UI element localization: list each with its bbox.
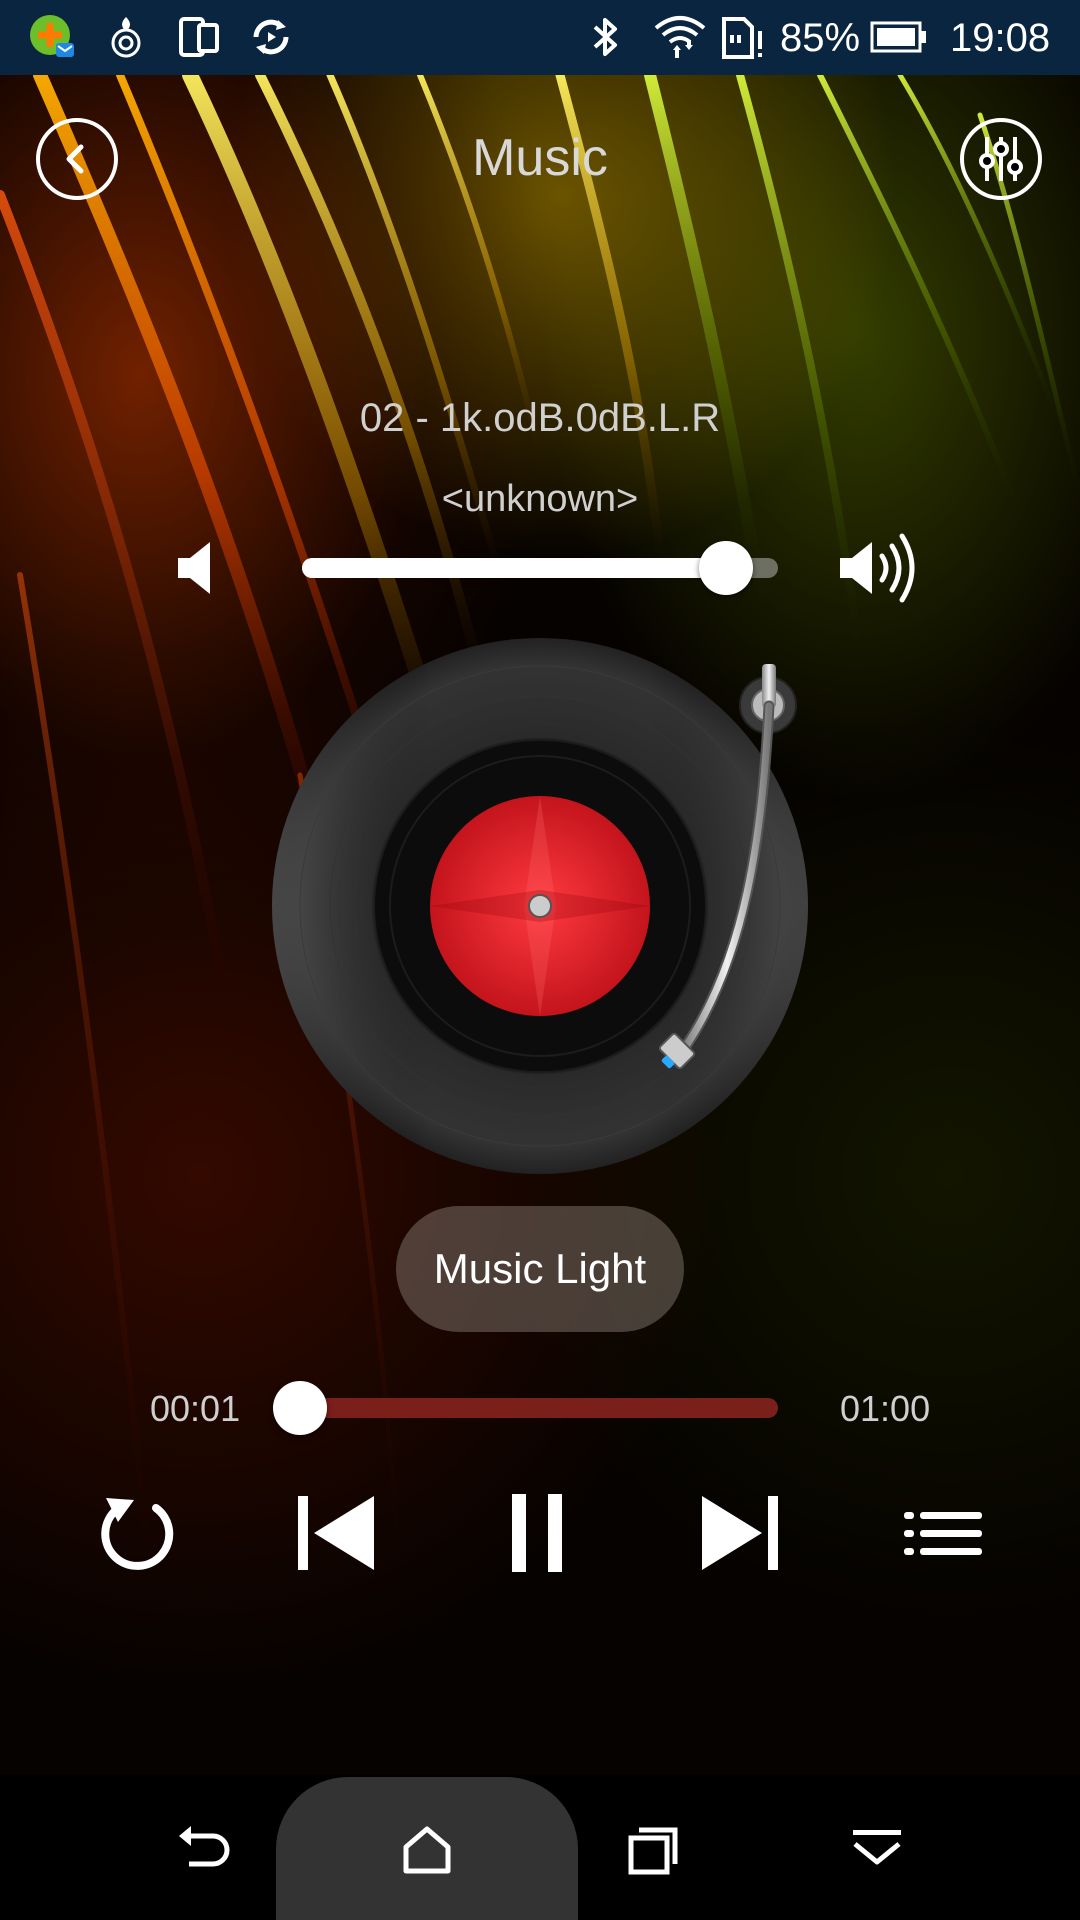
navigation-bar: [0, 1775, 1080, 1920]
status-bar: 85% 19:08: [0, 0, 1080, 75]
volume-low-icon[interactable]: [176, 540, 216, 601]
back-arrow-icon: [66, 144, 84, 174]
equalizer-icon: [979, 137, 1023, 181]
nav-back-icon: [179, 1826, 230, 1867]
nav-hide-button[interactable]: [842, 1815, 912, 1885]
sd-card-alert-icon: [720, 10, 766, 64]
record-spindle: [528, 894, 552, 918]
pause-icon: [512, 1494, 562, 1572]
nav-home-icon: [403, 1826, 451, 1874]
battery-percent: 85%: [780, 16, 861, 60]
skip-next-icon: [702, 1496, 778, 1570]
nav-recents-button[interactable]: [618, 1815, 688, 1885]
app-notification-icon: [26, 10, 78, 64]
playlist-button[interactable]: [898, 1488, 988, 1578]
next-button[interactable]: [696, 1488, 786, 1578]
music-light-button[interactable]: Music Light: [396, 1206, 684, 1332]
equalizer-button[interactable]: [960, 118, 1042, 200]
volume-slider-fill: [302, 558, 726, 578]
sync-icon: [246, 10, 296, 64]
nav-home-button[interactable]: [392, 1815, 462, 1885]
volume-slider[interactable]: [302, 541, 778, 595]
vinyl-record: [272, 638, 808, 1174]
nav-hide-icon: [853, 1830, 901, 1865]
back-button[interactable]: [36, 118, 118, 200]
play-pause-button[interactable]: [492, 1488, 582, 1578]
turntable: [266, 636, 826, 1191]
screen-mirror-icon: [176, 10, 222, 64]
total-time: 01:00: [840, 1388, 931, 1429]
track-artist: <unknown>: [441, 478, 639, 520]
playlist-icon: [904, 1512, 982, 1555]
nav-back-button[interactable]: [170, 1815, 240, 1885]
volume-high-icon[interactable]: [838, 532, 918, 609]
clock: 19:08: [950, 16, 1051, 60]
battery-icon: [870, 10, 928, 64]
music-player-screen: 85% 19:08 Music 02 - 1k.odB.0dB.L.R <unk…: [0, 0, 1080, 1920]
volume-slider-thumb[interactable]: [698, 541, 753, 595]
hotspot-icon: [100, 10, 152, 64]
page-title: Music: [472, 129, 608, 187]
progress-bar[interactable]: [273, 1381, 778, 1435]
wifi-icon: [652, 10, 708, 64]
current-time: 00:01: [150, 1388, 241, 1429]
skip-previous-icon: [298, 1496, 374, 1570]
bluetooth-icon: [588, 10, 624, 64]
previous-button[interactable]: [290, 1488, 380, 1578]
repeat-button[interactable]: [92, 1488, 182, 1578]
repeat-icon: [101, 1498, 174, 1570]
progress-thumb[interactable]: [273, 1381, 328, 1435]
nav-recents-icon: [628, 1827, 678, 1875]
track-title: 02 - 1k.odB.0dB.L.R: [359, 396, 721, 440]
